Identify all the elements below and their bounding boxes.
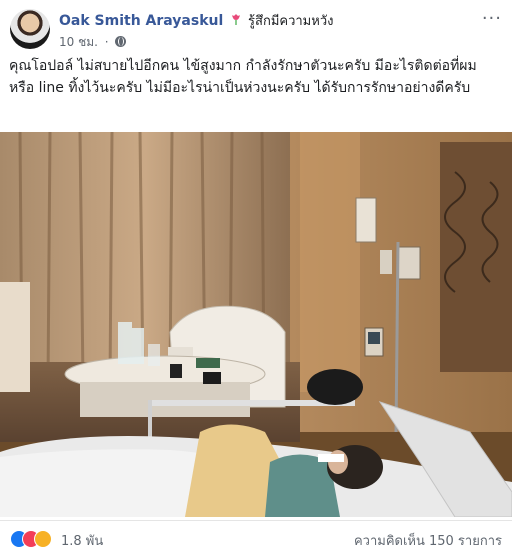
separator-dot: · [104, 35, 109, 49]
post-photo[interactable] [0, 132, 512, 517]
feeling-text: รู้สึกมีความหวัง [248, 14, 334, 29]
globe-icon [115, 36, 127, 47]
post-timestamp[interactable]: 10 ชม. [59, 35, 98, 49]
post-meta: 10 ชม. · [59, 33, 127, 52]
post-footer: 1.8 พัน ความคิดเห็น 150 รายการ [0, 520, 512, 557]
author-name[interactable]: Oak Smith Arayaskul [59, 13, 223, 29]
comment-count-link[interactable]: ความคิดเห็น 150 รายการ [354, 530, 502, 551]
reaction-count[interactable]: 1.8 พัน [61, 530, 103, 551]
post-text: คุณโอปอล์ ไม่สบายไปอีกคน ไข้สูงมาก กำลัง… [9, 58, 477, 96]
tulip-icon [232, 14, 241, 25]
sad-icon [34, 530, 52, 548]
author-line: Oak Smith Arayaskul รู้สึกมีความหวัง [59, 10, 333, 31]
hospital-room-photo [0, 132, 512, 517]
post-header: Oak Smith Arayaskul รู้สึกมีความหวัง 10 … [0, 0, 512, 52]
more-options-button[interactable]: ··· [482, 8, 502, 29]
author-avatar[interactable] [10, 9, 50, 49]
